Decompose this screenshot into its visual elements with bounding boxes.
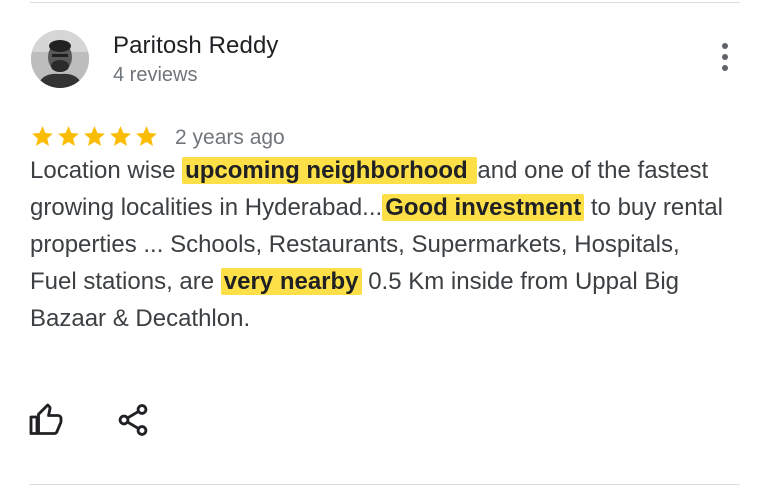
avatar[interactable]: [31, 30, 89, 88]
highlighted-phrase: upcoming neighborhood: [182, 157, 478, 184]
star-icon: [58, 125, 79, 146]
reviewer-review-count[interactable]: 4 reviews: [113, 64, 197, 87]
star-icon: [32, 125, 53, 146]
review-date: 2 years ago: [175, 126, 285, 149]
star-icon: [84, 125, 105, 146]
more-vert-icon: [722, 43, 728, 49]
star-icon: [136, 125, 157, 146]
review-text-segment: Location wise: [30, 157, 183, 184]
avatar-photo: [31, 30, 89, 88]
like-button[interactable]: [28, 402, 64, 438]
bottom-divider: [30, 484, 740, 485]
star-icon: [110, 125, 131, 146]
more-vert-icon-dot: [722, 54, 728, 60]
reviewer-name[interactable]: Paritosh Reddy: [113, 32, 279, 60]
share-icon: [118, 404, 148, 436]
top-divider: [30, 2, 740, 3]
review-text: Location wise upcoming neighborhood and …: [30, 152, 730, 337]
highlighted-phrase: Good investment: [382, 194, 585, 221]
more-options-button[interactable]: [712, 40, 738, 74]
share-button[interactable]: [115, 402, 151, 438]
more-vert-icon-dot: [722, 65, 728, 71]
highlighted-phrase: very nearby: [220, 268, 362, 295]
thumb-up-icon: [29, 403, 63, 435]
star-rating: [30, 124, 159, 149]
rating-row: 2 years ago: [30, 120, 285, 152]
